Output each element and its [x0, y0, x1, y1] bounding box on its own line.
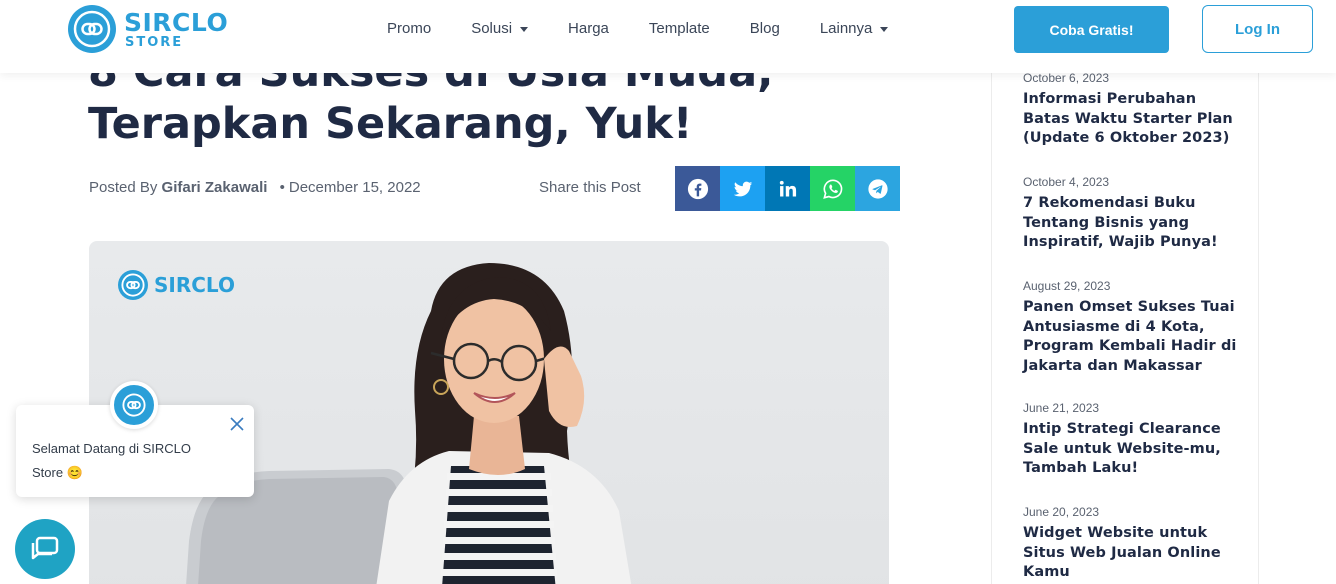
telegram-icon	[867, 178, 888, 199]
sirclo-store-logo[interactable]: SIRCLO STORE	[68, 5, 228, 53]
share-whatsapp-button[interactable]	[810, 166, 855, 211]
twitter-icon	[733, 181, 752, 196]
share-label: Share this Post	[539, 179, 641, 196]
sidebar-post[interactable]: October 4, 2023 7 Rekomendasi Buku Tenta…	[1023, 175, 1243, 253]
login-button[interactable]: Log In	[1202, 5, 1313, 53]
share-bar	[675, 166, 900, 211]
nav-item-solusi[interactable]: Solusi	[471, 20, 529, 37]
sidebar-post[interactable]: June 21, 2023 Intip Strategi Clearance S…	[1023, 401, 1243, 479]
chat-greeting-text: Selamat Datang di SIRCLO Store 😊	[32, 441, 191, 480]
try-free-button[interactable]: Coba Gratis!	[1014, 6, 1169, 53]
chevron-down-icon	[520, 26, 529, 32]
sidebar-post[interactable]: June 20, 2023 Widget Website untuk Situs…	[1023, 505, 1243, 583]
linkedin-icon	[779, 180, 796, 196]
logo-mark-icon	[122, 393, 146, 417]
logo-mark-icon	[68, 5, 116, 53]
hero-logo: SIRCLO	[118, 270, 235, 300]
post-date: June 20, 2023	[1023, 505, 1100, 519]
author-link[interactable]: Gifari Zakawali	[162, 179, 268, 196]
nav-item-promo[interactable]: Promo	[387, 20, 431, 37]
publish-date: December 15, 2022	[288, 179, 421, 196]
logo-mark-icon	[118, 270, 148, 300]
share-telegram-button[interactable]	[855, 166, 900, 211]
recent-posts-sidebar: October 6, 2023 Informasi Perubahan Bata…	[991, 71, 1259, 584]
nav-item-lainnya[interactable]: Lainnya	[820, 20, 889, 37]
sidebar-post[interactable]: October 6, 2023 Informasi Perubahan Bata…	[1023, 71, 1243, 149]
post-title-link[interactable]: Widget Website untuk Situs Web Jualan On…	[1023, 524, 1243, 583]
post-date: August 29, 2023	[1023, 279, 1111, 293]
logo-word: SIRCLO	[124, 7, 229, 37]
nav-item-harga[interactable]: Harga	[568, 20, 609, 37]
meta-separator: •	[279, 179, 285, 196]
chat-launcher-button[interactable]	[15, 519, 75, 579]
sidebar-post[interactable]: August 29, 2023 Panen Omset Sukses Tuai …	[1023, 279, 1243, 376]
site-header: SIRCLO STORE Promo Solusi Harga Template…	[0, 0, 1336, 73]
chat-icon	[31, 536, 59, 560]
post-title-link[interactable]: 7 Rekomendasi Buku Tentang Bisnis yang I…	[1023, 194, 1243, 253]
post-title-link[interactable]: Intip Strategi Clearance Sale untuk Webs…	[1023, 420, 1243, 479]
share-twitter-button[interactable]	[720, 166, 765, 211]
share-facebook-button[interactable]	[675, 166, 720, 211]
post-date: June 21, 2023	[1023, 401, 1100, 415]
nav-item-blog[interactable]: Blog	[750, 20, 780, 37]
post-title-link[interactable]: Panen Omset Sukses Tuai Antusiasme di 4 …	[1023, 298, 1243, 376]
chat-agent-avatar	[110, 381, 158, 429]
hero-logo-word: SIRCLO	[154, 273, 235, 297]
post-title-link[interactable]: Informasi Perubahan Batas Waktu Starter …	[1023, 90, 1243, 149]
posted-by-label: Posted By	[89, 179, 158, 196]
post-date: October 6, 2023	[1023, 71, 1110, 85]
logo-sub: STORE	[125, 34, 184, 50]
share-linkedin-button[interactable]	[765, 166, 810, 211]
nav-item-template[interactable]: Template	[649, 20, 710, 37]
close-icon[interactable]	[228, 415, 246, 433]
main-nav: Promo Solusi Harga Template Blog Lainnya	[387, 18, 928, 38]
post-date: October 4, 2023	[1023, 175, 1110, 189]
article-meta: Posted By Gifari Zakawali • December 15, …	[89, 179, 421, 196]
chevron-down-icon	[880, 26, 889, 32]
facebook-icon	[687, 178, 708, 199]
whatsapp-icon	[822, 178, 842, 199]
